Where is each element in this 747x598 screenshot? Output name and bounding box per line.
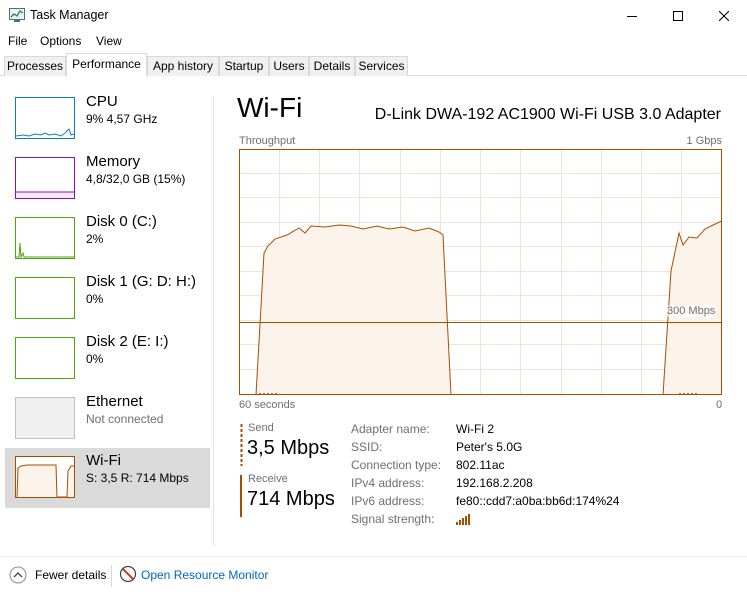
task-manager-icon (9, 8, 25, 22)
wifi-thumbnail-graph (15, 456, 75, 498)
property-value (456, 513, 472, 528)
property-value: fe80::cdd7:a0ba:bb6d:174%24 (456, 494, 620, 508)
receive-value: 714 Mbps (247, 488, 335, 510)
resource-name: Ethernet (86, 393, 143, 410)
tab-app-history[interactable]: App history (147, 56, 219, 76)
fewer-details-button[interactable]: Fewer details (35, 568, 106, 582)
menu-view[interactable]: View (96, 34, 122, 48)
receive-indicator (240, 475, 242, 517)
send-value: 3,5 Mbps (247, 437, 330, 459)
footer-bar: Fewer details Open Resource Monitor (0, 556, 747, 598)
memory-thumbnail-graph (15, 157, 75, 199)
time-span-label: 60 seconds (239, 399, 296, 411)
throughput-graph (239, 149, 722, 395)
resource-summary: 4,8/32,0 GB (15%) (86, 172, 186, 186)
property-key: IPv6 address: (351, 494, 425, 508)
resource-summary: 2% (86, 232, 104, 246)
resource-item-cpu[interactable]: CPU 9% 4,57 GHz (5, 89, 210, 149)
menu-bar: File Options View (0, 31, 747, 51)
resource-item-wifi[interactable]: Wi-Fi S: 3,5 R: 714 Mbps (5, 448, 210, 508)
disk-0-thumbnail-graph (15, 217, 75, 259)
property-value: 192.168.2.208 (456, 476, 533, 490)
tab-performance[interactable]: Performance (66, 53, 147, 77)
resource-item-disk-2[interactable]: Disk 2 (E: I:) 0% (5, 329, 210, 389)
resource-monitor-icon (119, 565, 137, 583)
property-value: 802.11ac (456, 458, 505, 472)
close-button[interactable] (701, 0, 747, 31)
disk-2-thumbnail-graph (15, 337, 75, 379)
resource-item-ethernet[interactable]: Ethernet Not connected (5, 389, 210, 449)
title-bar: Task Manager (0, 0, 747, 31)
property-key: IPv4 address: (351, 476, 425, 490)
menu-options[interactable]: Options (40, 34, 81, 48)
resource-summary: 0% (86, 352, 104, 366)
resource-name: Memory (86, 153, 141, 170)
resource-name: Disk 2 (E: I:) (86, 333, 169, 350)
resource-summary: Not connected (86, 412, 164, 426)
resource-summary: S: 3,5 R: 714 Mbps (86, 471, 189, 485)
resource-name: Wi-Fi (86, 452, 121, 469)
send-indicator (240, 424, 243, 466)
property-key: SSID: (351, 440, 383, 454)
tab-details[interactable]: Details (309, 56, 355, 76)
resource-name: CPU (86, 93, 118, 110)
tab-processes[interactable]: Processes (4, 56, 66, 76)
resource-summary: 9% 4,57 GHz (86, 112, 158, 126)
property-row: Adapter name: Wi-Fi 2 (351, 422, 651, 440)
property-key: Adapter name: (351, 422, 430, 436)
panel-divider (213, 96, 214, 546)
receive-label: Receive (248, 473, 288, 485)
tab-startup[interactable]: Startup (219, 56, 269, 76)
resource-item-disk-0[interactable]: Disk 0 (C:) 2% (5, 209, 210, 269)
property-key: Signal strength: (351, 512, 435, 526)
resource-item-memory[interactable]: Memory 4,8/32,0 GB (15%) (5, 149, 210, 209)
time-zero-label: 0 (716, 399, 723, 411)
scale-label: 300 Mbps (667, 305, 716, 317)
footer-divider (111, 565, 112, 587)
property-row: Signal strength: (351, 512, 651, 530)
minimize-icon (627, 15, 637, 17)
cpu-thumbnail-graph (15, 97, 75, 139)
throughput-label: Throughput (239, 135, 296, 147)
resource-name: Disk 0 (C:) (86, 213, 157, 230)
maximize-button[interactable] (655, 0, 701, 31)
adapter-name-heading: D-Link DWA-192 AC1900 Wi-Fi USB 3.0 Adap… (374, 106, 721, 123)
open-resource-monitor-link[interactable]: Open Resource Monitor (141, 568, 268, 582)
collapse-chevron-icon[interactable] (9, 566, 27, 584)
window-title: Task Manager (30, 8, 109, 22)
detail-title: Wi-Fi (237, 92, 303, 123)
ethernet-thumbnail-graph (15, 397, 75, 439)
disk-1-thumbnail-graph (15, 277, 75, 319)
tab-services[interactable]: Services (355, 56, 408, 76)
menu-file[interactable]: File (8, 34, 27, 48)
property-value: Wi-Fi 2 (456, 422, 494, 436)
resource-list: CPU 9% 4,57 GHz Memory 4,8/32,0 GB (15%)… (0, 76, 214, 546)
tab-users[interactable]: Users (269, 56, 309, 76)
resource-summary: 0% (86, 292, 104, 306)
property-row: SSID: Peter's 5.0G (351, 440, 651, 458)
signal-strength-icon (456, 514, 470, 525)
send-label: Send (248, 422, 274, 434)
graph-max-label: 1 Gbps (686, 135, 722, 147)
property-row: IPv4 address: 192.168.2.208 (351, 476, 651, 494)
send-stat: Send 3,5 Mbps (240, 422, 340, 467)
minimize-button[interactable] (609, 0, 655, 31)
performance-pane: CPU 9% 4,57 GHz Memory 4,8/32,0 GB (15%)… (0, 76, 747, 556)
close-icon (719, 10, 729, 21)
tab-strip: Processes Performance App history Startu… (0, 53, 747, 77)
resource-item-disk-1[interactable]: Disk 1 (G: D: H:) 0% (5, 269, 210, 329)
receive-stat: Receive 714 Mbps (240, 473, 340, 518)
resource-name: Disk 1 (G: D: H:) (86, 273, 197, 290)
property-row: Connection type: 802.11ac (351, 458, 651, 476)
property-key: Connection type: (351, 458, 442, 472)
property-row: IPv6 address: fe80::cdd7:a0ba:bb6d:174%2… (351, 494, 651, 512)
maximize-icon (673, 10, 683, 21)
property-value: Peter's 5.0G (456, 440, 523, 454)
